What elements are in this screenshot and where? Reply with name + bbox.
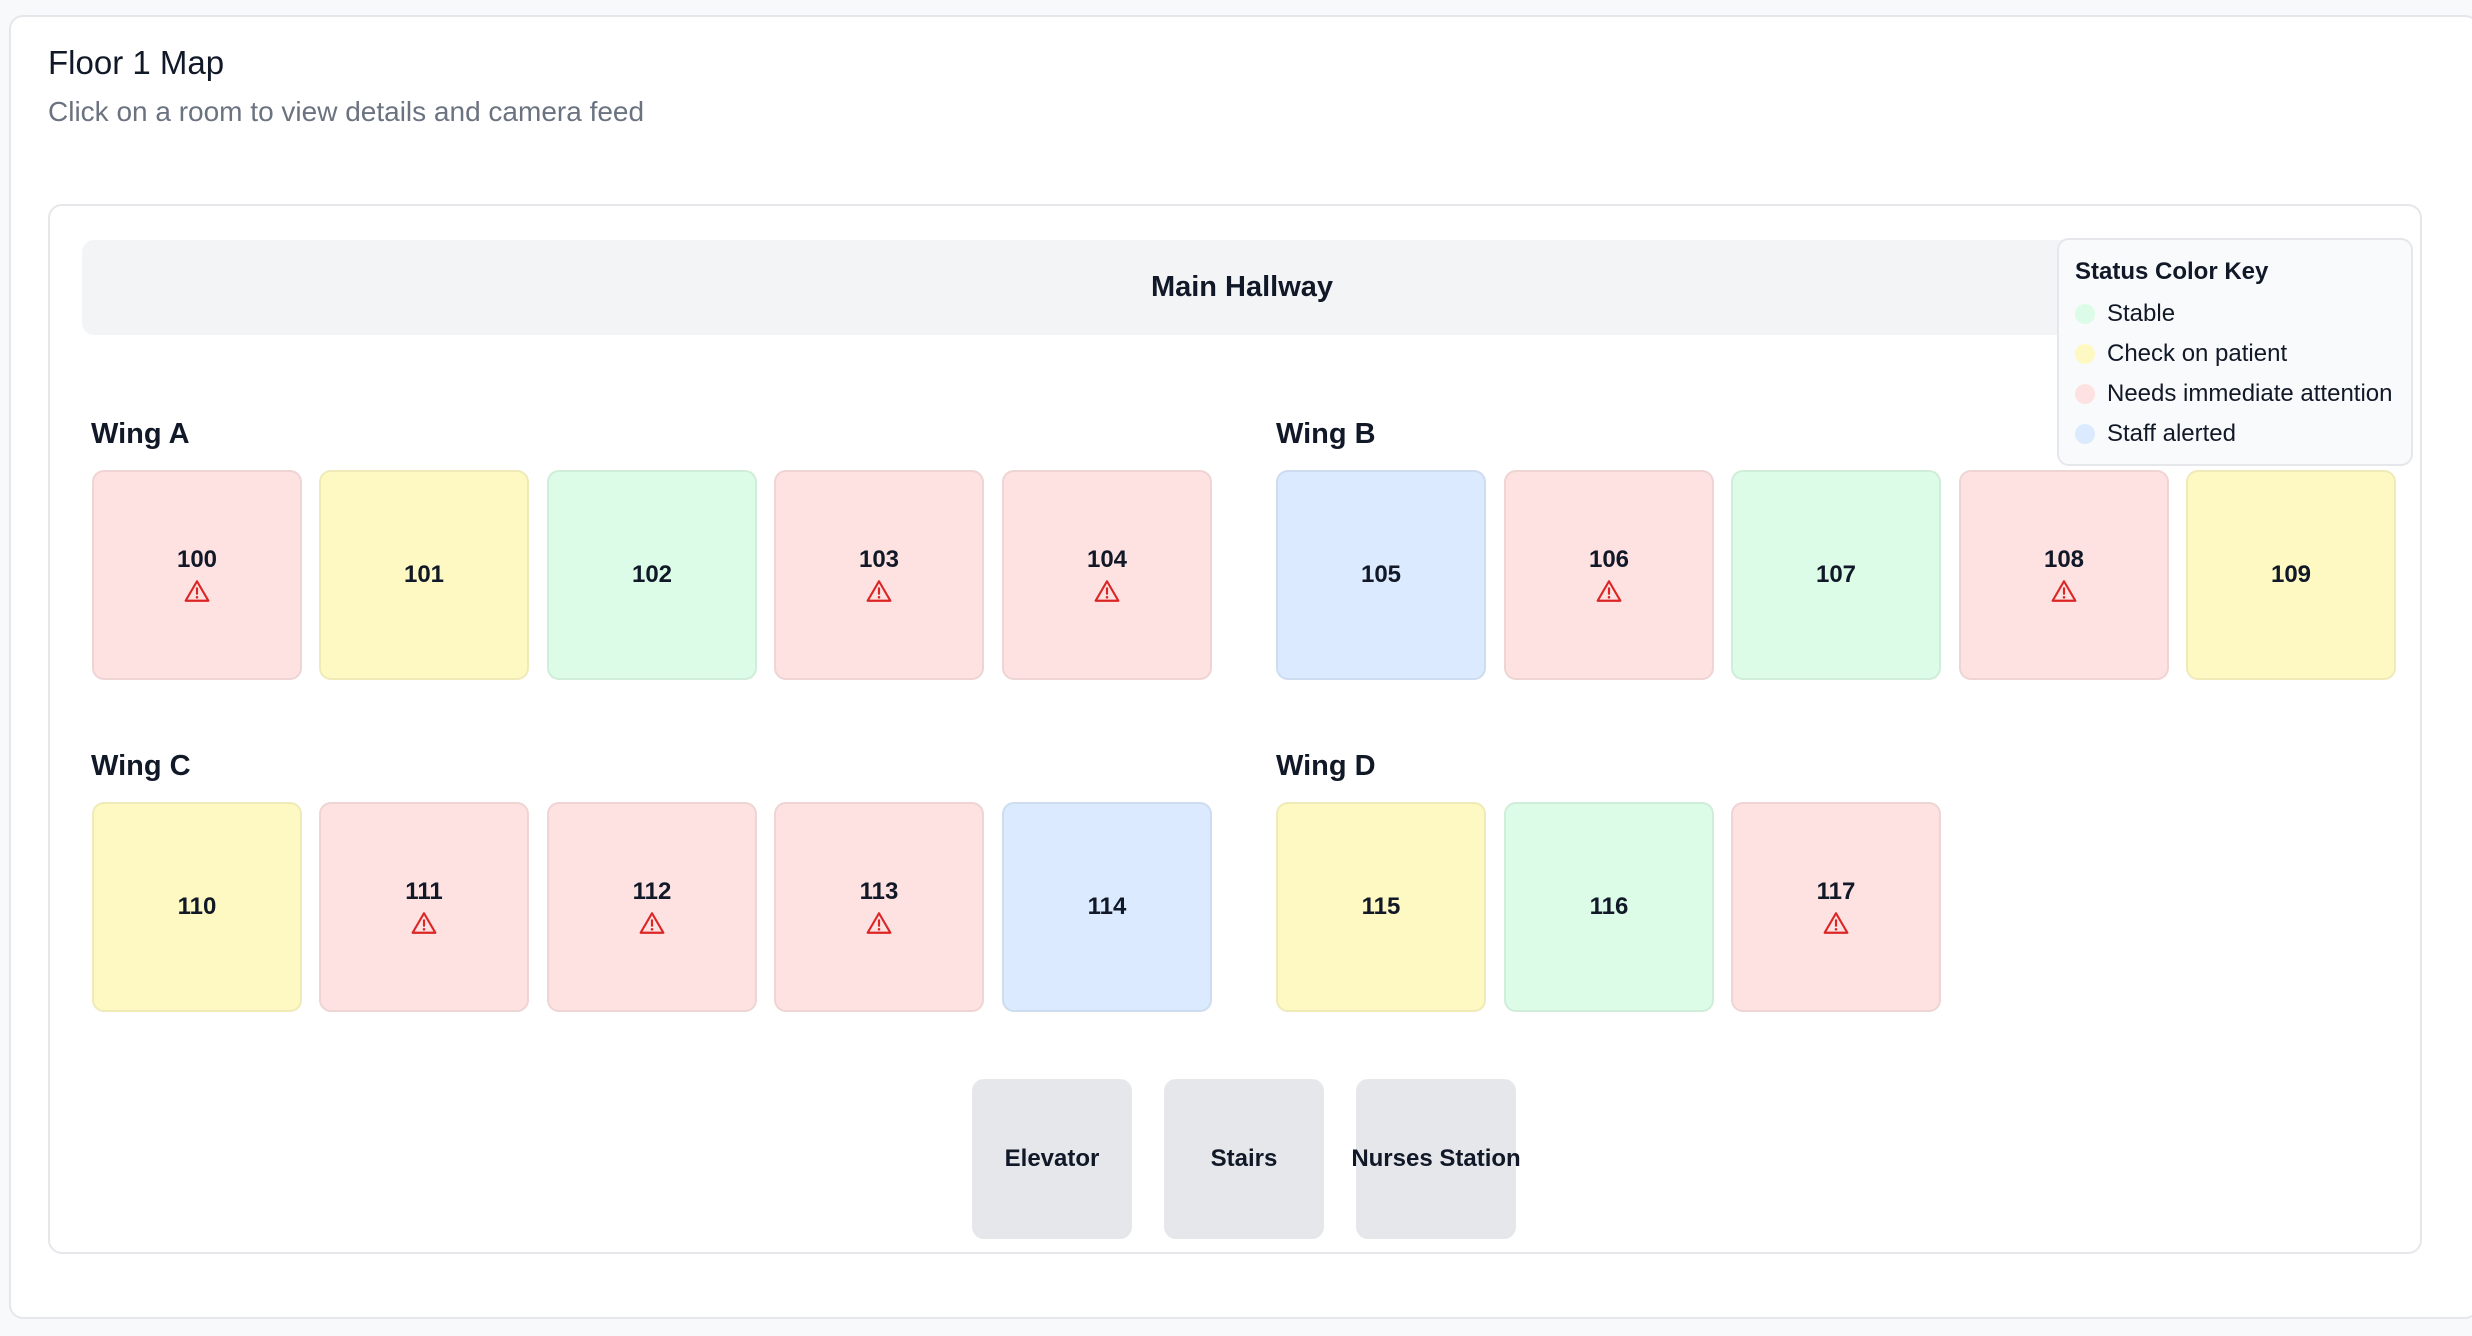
wing-a-label: Wing A [91, 418, 190, 450]
room-101[interactable]: 101 [319, 470, 529, 680]
nurses-station-button[interactable]: Nurses Station [1351, 1079, 1521, 1239]
page-subtitle: Click on a room to view details and came… [48, 96, 645, 127]
room-117[interactable]: 117 [1731, 802, 1941, 1012]
room-number: 100 [176, 546, 218, 573]
room-110[interactable]: 110 [92, 802, 302, 1012]
room-106[interactable]: 106 [1504, 470, 1714, 680]
warning-triangle-icon [2051, 580, 2077, 602]
room-111[interactable]: 111 [319, 802, 529, 1012]
main-hallway: Main Hallway [82, 240, 2402, 335]
room-number: 112 [632, 878, 672, 905]
room-number: 101 [403, 561, 445, 588]
room-112[interactable]: 112 [547, 802, 757, 1012]
legend-label: Staff alerted [2107, 420, 2236, 447]
legend-dot [2075, 384, 2095, 404]
legend-title: Status Color Key [2075, 258, 2269, 285]
wing-c-label: Wing C [91, 750, 191, 782]
warning-triangle-icon [866, 580, 892, 602]
legend-label: Stable [2107, 300, 2176, 327]
stairs-button[interactable]: Stairs [1164, 1079, 1324, 1239]
wing-d-label: Wing D [1276, 750, 1376, 782]
legend-dot [2075, 344, 2095, 364]
room-number: 117 [1816, 878, 1856, 905]
room-103[interactable]: 103 [774, 470, 984, 680]
legend-dot [2075, 424, 2095, 444]
legend-label: Needs immediate attention [2107, 380, 2393, 407]
warning-triangle-icon [1596, 580, 1622, 602]
warning-triangle-icon [411, 912, 437, 934]
room-number: 107 [1815, 561, 1857, 588]
room-113[interactable]: 113 [774, 802, 984, 1012]
room-number: 110 [177, 893, 217, 920]
room-number: 116 [1589, 893, 1629, 920]
room-number: 102 [631, 561, 673, 588]
elevator-button[interactable]: Elevator [972, 1079, 1132, 1239]
status-legend: Status Color Key Stable Check on patient… [2057, 238, 2413, 466]
warning-triangle-icon [184, 580, 210, 602]
legend-label: Check on patient [2107, 340, 2288, 367]
legend-item-check: Check on patient [2075, 340, 2287, 368]
room-number: 104 [1086, 546, 1128, 573]
room-104[interactable]: 104 [1002, 470, 1212, 680]
room-114[interactable]: 114 [1002, 802, 1212, 1012]
room-number: 105 [1360, 561, 1402, 588]
legend-dot [2075, 304, 2095, 324]
room-109[interactable]: 109 [2186, 470, 2396, 680]
room-108[interactable]: 108 [1959, 470, 2169, 680]
warning-triangle-icon [639, 912, 665, 934]
room-100[interactable]: 100 [92, 470, 302, 680]
room-number: 111 [405, 878, 443, 905]
room-116[interactable]: 116 [1504, 802, 1714, 1012]
warning-triangle-icon [1823, 912, 1849, 934]
legend-item-stable: Stable [2075, 300, 2175, 328]
room-number: 114 [1087, 893, 1127, 920]
room-105[interactable]: 105 [1276, 470, 1486, 680]
warning-triangle-icon [866, 912, 892, 934]
room-number: 106 [1588, 546, 1630, 573]
room-number: 103 [858, 546, 900, 573]
legend-item-urgent: Needs immediate attention [2075, 380, 2393, 408]
room-115[interactable]: 115 [1276, 802, 1486, 1012]
warning-triangle-icon [1094, 580, 1120, 602]
wing-b-label: Wing B [1276, 418, 1376, 450]
legend-item-alerted: Staff alerted [2075, 420, 2236, 448]
room-number: 109 [2270, 561, 2312, 588]
page-title: Floor 1 Map [48, 44, 225, 81]
room-102[interactable]: 102 [547, 470, 757, 680]
room-number: 113 [859, 878, 899, 905]
room-107[interactable]: 107 [1731, 470, 1941, 680]
room-number: 108 [2043, 546, 2085, 573]
room-number: 115 [1361, 893, 1401, 920]
